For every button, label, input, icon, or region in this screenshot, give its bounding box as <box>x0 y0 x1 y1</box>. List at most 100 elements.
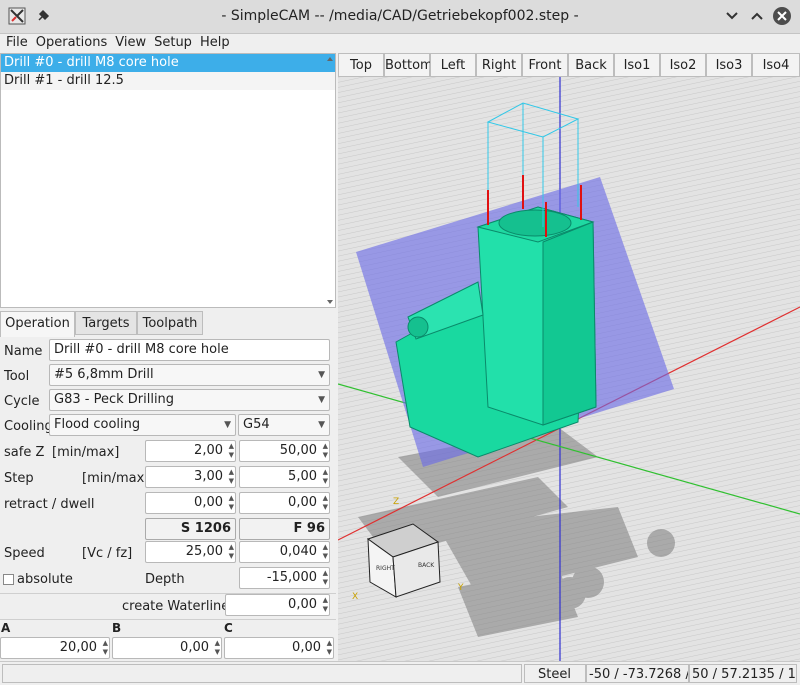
tab-targets[interactable]: Targets <box>75 311 137 335</box>
cycle-select[interactable]: G83 - Peck Drilling ▼ <box>49 389 330 411</box>
spin-arrows-icon[interactable]: ▲ ▼ <box>323 543 328 561</box>
axis-b-field[interactable]: 0,00 ▲ ▼ <box>112 637 222 659</box>
spin-arrows-icon[interactable]: ▲ ▼ <box>229 468 234 486</box>
list-item[interactable]: Drill #0 - drill M8 core hole <box>1 54 335 72</box>
step-max-value: 5,00 <box>288 469 317 484</box>
view-bottom-button[interactable]: Bottom <box>384 53 433 77</box>
safez-min-field[interactable]: 2,00 ▲ ▼ <box>145 440 236 462</box>
axis-a-value: 20,00 <box>59 640 97 655</box>
depth-field[interactable]: -15,000 ▲ ▼ <box>239 567 330 589</box>
checkbox-icon[interactable] <box>3 574 14 585</box>
view-iso2-button[interactable]: Iso2 <box>660 53 706 77</box>
spin-arrows-icon[interactable]: ▲ ▼ <box>229 494 234 512</box>
operation-panel: Name Drill #0 - drill M8 core hole Tool … <box>0 336 336 661</box>
spin-arrows-icon[interactable]: ▲ ▼ <box>229 442 234 460</box>
dwell-field[interactable]: 0,00 ▲ ▼ <box>239 492 330 514</box>
vc-value: 25,00 <box>185 544 223 559</box>
axis-b-label: B <box>112 621 122 635</box>
wcs-select[interactable]: G54 ▼ <box>238 414 330 436</box>
view-left-button[interactable]: Left <box>430 53 476 77</box>
chevron-down-icon[interactable] <box>721 5 743 27</box>
safez-min-value: 2,00 <box>194 443 223 458</box>
window-title: - SimpleCAM -- /media/CAD/Getriebekopf00… <box>221 8 579 24</box>
menu-bar: File Operations View Setup Help <box>0 34 800 53</box>
safez-hint: [min/max] <box>52 445 120 460</box>
divider <box>0 619 336 620</box>
spin-arrows-icon[interactable]: ▲ ▼ <box>229 543 234 561</box>
menu-operations[interactable]: Operations <box>30 34 109 50</box>
spin-arrows-icon[interactable]: ▲ ▼ <box>323 596 328 614</box>
safez-max-field[interactable]: 50,00 ▲ ▼ <box>239 440 330 462</box>
close-icon[interactable] <box>771 5 793 27</box>
spin-arrows-icon[interactable]: ▲ ▼ <box>323 569 328 587</box>
depth-label: Depth <box>145 572 185 587</box>
spin-arrows-icon[interactable]: ▲ ▼ <box>323 442 328 460</box>
spin-arrows-icon[interactable]: ▲ ▼ <box>327 639 332 657</box>
axis-c-label: C <box>224 621 233 635</box>
dwell-value: 0,00 <box>288 495 317 510</box>
spin-arrows-icon[interactable]: ▲ ▼ <box>215 639 220 657</box>
fz-value: 0,040 <box>279 544 317 559</box>
step-min-field[interactable]: 3,00 ▲ ▼ <box>145 466 236 488</box>
status-message <box>2 664 522 683</box>
spin-arrows-icon[interactable]: ▲ ▼ <box>323 468 328 486</box>
scrollbar[interactable] <box>325 54 335 307</box>
safez-label: safe Z <box>4 445 45 460</box>
view-iso3-button[interactable]: Iso3 <box>706 53 752 77</box>
safez-max-value: 50,00 <box>279 443 317 458</box>
chevron-down-icon: ▼ <box>318 370 325 380</box>
menu-setup[interactable]: Setup <box>148 34 194 50</box>
list-item[interactable]: Drill #1 - drill 12.5 <box>1 72 335 90</box>
status-x-range: -50 / -73.7268 / 5 <box>586 664 689 683</box>
cooling-select-value: Flood cooling <box>54 417 141 432</box>
view-iso1-button[interactable]: Iso1 <box>614 53 660 77</box>
cycle-select-value: G83 - Peck Drilling <box>54 392 175 407</box>
axis-y-label: Y <box>457 583 464 593</box>
step-min-value: 3,00 <box>194 469 223 484</box>
menu-file[interactable]: File <box>0 34 30 50</box>
tab-toolpath[interactable]: Toolpath <box>137 311 203 335</box>
view-right-button[interactable]: Right <box>476 53 522 77</box>
chevron-down-icon: ▼ <box>224 420 231 430</box>
spindle-speed-button[interactable]: S 1206 <box>145 518 236 540</box>
waterline-value: 0,00 <box>288 597 317 612</box>
status-y-range: 50 / 57.2135 / 145 <box>689 664 797 683</box>
menu-view[interactable]: View <box>109 34 148 50</box>
operations-list[interactable]: Drill #0 - drill M8 core hole Drill #1 -… <box>0 53 336 308</box>
retract-value: 0,00 <box>194 495 223 510</box>
viewcube-back-label: BACK <box>418 562 435 569</box>
fz-field[interactable]: 0,040 ▲ ▼ <box>239 541 330 563</box>
step-max-field[interactable]: 5,00 ▲ ▼ <box>239 466 330 488</box>
tool-label: Tool <box>4 369 30 384</box>
cooling-label: Cooling <box>4 419 53 434</box>
axis-c-field[interactable]: 0,00 ▲ ▼ <box>224 637 334 659</box>
waterline-label: create Waterline <box>122 599 230 614</box>
cooling-select[interactable]: Flood cooling ▼ <box>49 414 236 436</box>
chevron-up-icon[interactable] <box>746 5 768 27</box>
view-top-button[interactable]: Top <box>338 53 384 77</box>
name-field[interactable]: Drill #0 - drill M8 core hole <box>49 339 330 361</box>
axis-c-value: 0,00 <box>292 640 321 655</box>
depth-value: -15,000 <box>266 570 317 585</box>
spin-arrows-icon[interactable]: ▲ ▼ <box>103 639 108 657</box>
view-front-button[interactable]: Front <box>522 53 568 77</box>
status-bar: Steel -50 / -73.7268 / 5 50 / 57.2135 / … <box>0 661 800 685</box>
waterline-field[interactable]: 0,00 ▲ ▼ <box>225 594 330 616</box>
speed-label: Speed <box>4 546 45 561</box>
axis-a-field[interactable]: 20,00 ▲ ▼ <box>0 637 110 659</box>
view-back-button[interactable]: Back <box>568 53 614 77</box>
menu-help[interactable]: Help <box>194 34 232 50</box>
view-iso4-button[interactable]: Iso4 <box>752 53 800 77</box>
spin-arrows-icon[interactable]: ▲ ▼ <box>323 494 328 512</box>
cycle-label: Cycle <box>4 394 40 409</box>
tool-select[interactable]: #5 6,8mm Drill ▼ <box>49 364 330 386</box>
speed-hint: [Vc / fz] <box>82 546 133 561</box>
status-material: Steel <box>524 664 586 683</box>
feed-rate-button[interactable]: F 96 <box>239 518 330 540</box>
retract-field[interactable]: 0,00 ▲ ▼ <box>145 492 236 514</box>
tab-operation[interactable]: Operation <box>0 311 75 337</box>
tool-select-value: #5 6,8mm Drill <box>54 367 154 382</box>
vc-field[interactable]: 25,00 ▲ ▼ <box>145 541 236 563</box>
3d-viewport[interactable]: RIGHT BACK Z X Y <box>338 77 800 661</box>
absolute-checkbox[interactable]: absolute <box>3 572 73 587</box>
